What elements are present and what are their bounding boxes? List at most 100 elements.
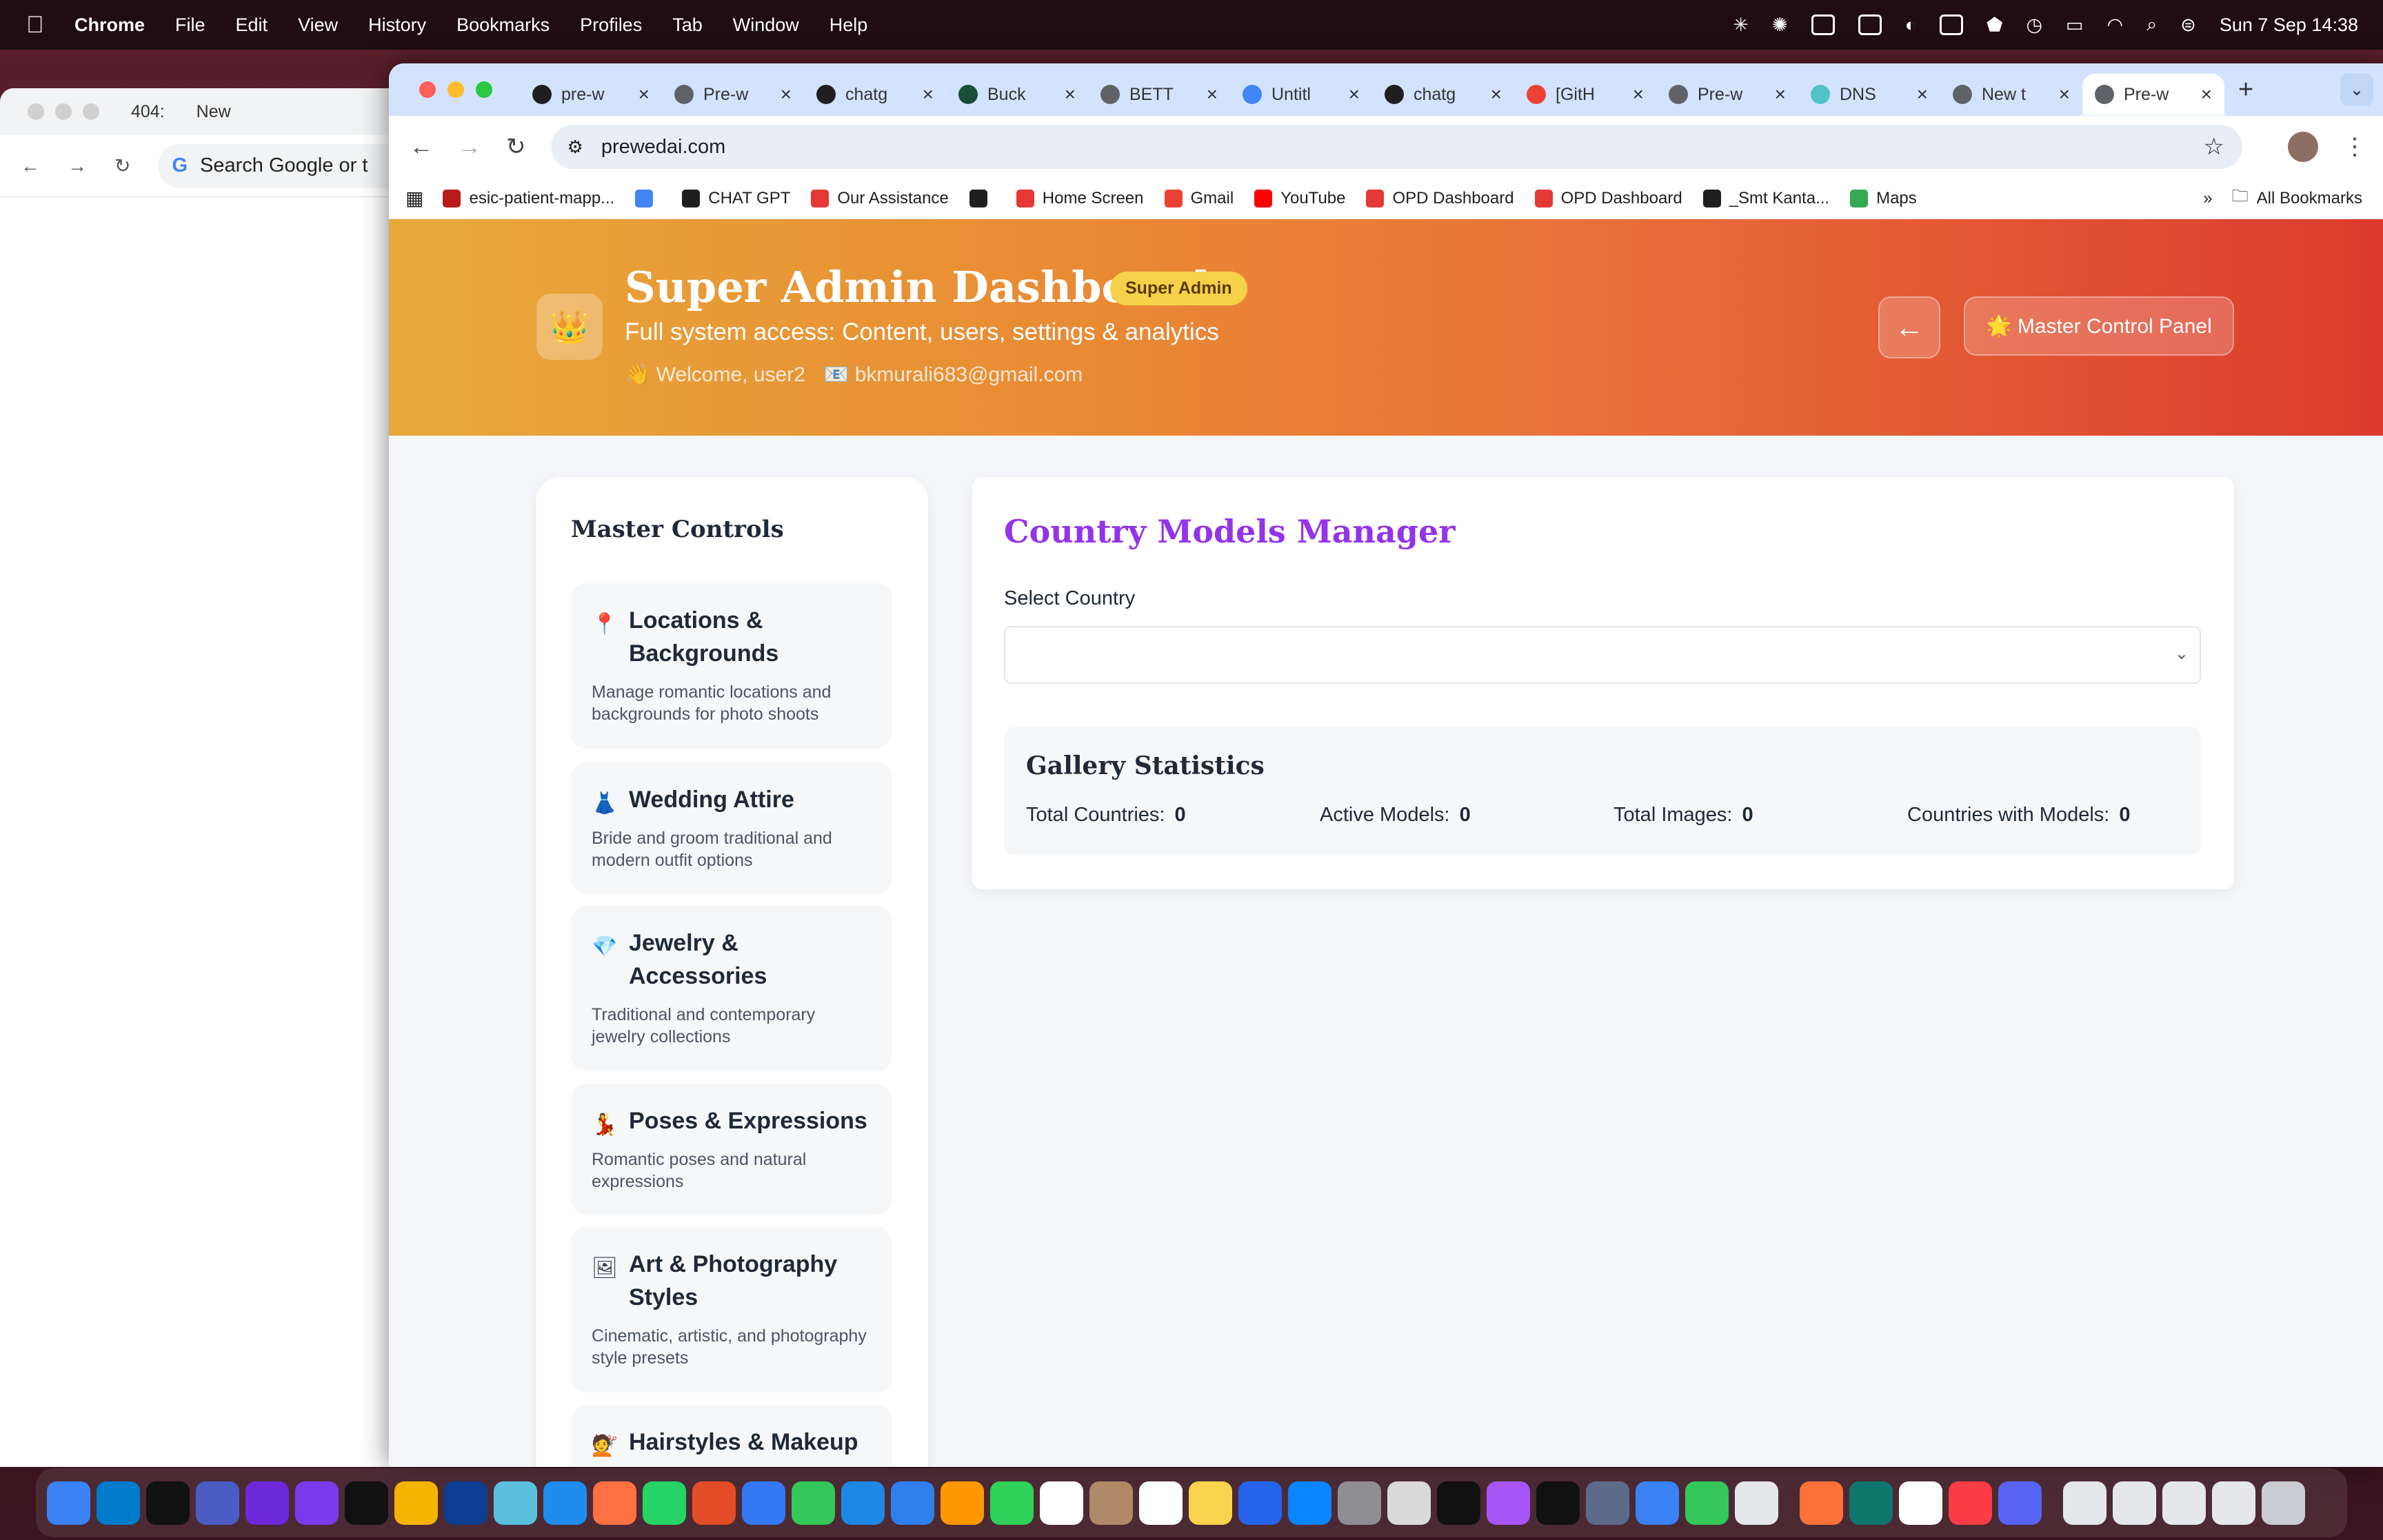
menu-tab[interactable]: Tab — [672, 14, 703, 36]
bg-zoom-dot[interactable] — [83, 103, 99, 120]
bookmark-item[interactable]: CHAT GPT — [682, 189, 790, 208]
dock-app-icon[interactable] — [146, 1481, 190, 1525]
bookmark-item[interactable]: OPD Dashboard — [1534, 189, 1682, 208]
menu-chrome[interactable]: Chrome — [74, 14, 145, 36]
dock-app-icon[interactable] — [245, 1481, 289, 1525]
bookmark-item[interactable]: YouTube — [1254, 189, 1345, 208]
browser-tab[interactable]: Pre-w × — [662, 74, 804, 115]
browser-tab[interactable]: [GitH × — [1514, 74, 1656, 115]
bg-forward-icon[interactable]: → — [68, 155, 87, 177]
dock-app-icon[interactable] — [2262, 1481, 2305, 1525]
dock-app-icon[interactable] — [1238, 1481, 1282, 1525]
dock-app-icon[interactable] — [1998, 1481, 2042, 1525]
dock-app-icon[interactable] — [891, 1481, 934, 1525]
master-control-panel-button[interactable]: 🌟 Master Control Panel — [1964, 296, 2234, 356]
sidebar-item-locations[interactable]: 📍 Locations & Backgrounds Manage romantic… — [571, 583, 892, 749]
browser-tab[interactable]: New t × — [1940, 74, 2082, 115]
search-icon[interactable]: ⌕ — [2146, 14, 2157, 36]
bookmark-item[interactable]: _Smt Kanta... — [1702, 189, 1829, 208]
dock-app-icon[interactable] — [941, 1481, 984, 1525]
tab-close-icon[interactable]: × — [2059, 83, 2070, 105]
bg-tab-new[interactable]: New — [197, 102, 231, 122]
forward-icon[interactable]: → — [458, 134, 481, 161]
dock-app-icon[interactable] — [444, 1481, 487, 1525]
menu-profiles[interactable]: Profiles — [580, 14, 642, 36]
tab-close-icon[interactable]: × — [1491, 83, 1502, 105]
menu-bookmarks[interactable]: Bookmarks — [456, 14, 550, 36]
dock-app-icon[interactable] — [1189, 1481, 1232, 1525]
browser-tab[interactable]: chatg × — [804, 74, 946, 115]
sync-icon[interactable]: ◐ — [1905, 14, 1916, 36]
browser-tab[interactable]: pre-w × — [520, 74, 662, 115]
profile-avatar[interactable] — [2288, 132, 2318, 162]
notion-status-icon[interactable] — [1939, 14, 1963, 35]
dock-app-icon[interactable] — [1735, 1481, 1778, 1525]
dock-app-icon[interactable] — [543, 1481, 587, 1525]
bookmark-item[interactable]: Gmail — [1164, 189, 1234, 208]
tab-close-icon[interactable]: × — [1065, 83, 1076, 105]
tab-close-icon[interactable]: × — [923, 83, 934, 105]
dock-app-icon[interactable] — [47, 1481, 90, 1525]
dock-app-icon[interactable] — [990, 1481, 1034, 1525]
browser-tab[interactable]: Untitl × — [1230, 74, 1372, 115]
dock-app-icon[interactable] — [1387, 1481, 1431, 1525]
dock-app-icon[interactable] — [97, 1481, 140, 1525]
back-button[interactable]: ← — [1878, 296, 1940, 358]
bg-close-dot[interactable] — [28, 103, 44, 120]
dock-app-icon[interactable] — [792, 1481, 835, 1525]
browser-tab[interactable]: Pre-w × — [2082, 74, 2224, 115]
bookmark-item[interactable]: Home Screen — [1016, 189, 1144, 208]
url-text[interactable]: prewedai.com — [601, 136, 726, 159]
tab-close-icon[interactable]: × — [1917, 83, 1928, 105]
dock-app-icon[interactable] — [345, 1481, 388, 1525]
dock-app-icon[interactable] — [1899, 1481, 1942, 1525]
menubar-datetime[interactable]: Sun 7 Sep 14:38 — [2220, 14, 2358, 36]
bookmark-star-icon[interactable]: ☆ — [2204, 133, 2224, 161]
menu-history[interactable]: History — [368, 14, 426, 36]
close-window-button[interactable] — [419, 81, 436, 98]
dock-app-icon[interactable] — [2063, 1481, 2107, 1525]
menu-help[interactable]: Help — [829, 14, 868, 36]
tab-close-icon[interactable]: × — [639, 83, 650, 105]
more-bookmarks-icon[interactable]: » — [2203, 189, 2212, 208]
menu-window[interactable]: Window — [733, 14, 799, 36]
sidebar-item-wedding-attire[interactable]: 👗 Wedding Attire Bride and groom traditio… — [571, 762, 892, 893]
dock-app-icon[interactable] — [1800, 1481, 1843, 1525]
dock-app-icon[interactable] — [1288, 1481, 1331, 1525]
bookmark-item[interactable] — [635, 189, 661, 208]
bg-minimize-dot[interactable] — [55, 103, 72, 120]
minimize-window-button[interactable] — [448, 81, 464, 98]
dock-app-icon[interactable] — [295, 1481, 339, 1525]
tab-close-icon[interactable]: × — [1349, 83, 1360, 105]
back-icon[interactable]: ← — [410, 134, 433, 161]
vpn-icon[interactable]: ⬟ — [1987, 14, 2002, 36]
zoom-window-button[interactable] — [476, 81, 492, 98]
dock-app-icon[interactable] — [2162, 1481, 2206, 1525]
dock-app-icon[interactable] — [692, 1481, 736, 1525]
dock-app-icon[interactable] — [1949, 1481, 1992, 1525]
site-info-icon[interactable]: ⚙ — [567, 136, 583, 158]
dock-app-icon[interactable] — [1685, 1481, 1729, 1525]
dock-app-icon[interactable] — [1338, 1481, 1381, 1525]
bookmark-item[interactable]: esic-patient-mapp... — [443, 189, 614, 208]
browser-tab[interactable]: Buck × — [946, 74, 1088, 115]
bg-omnibox[interactable]: G Search Google or t — [158, 143, 414, 188]
dock-app-icon[interactable] — [1139, 1481, 1183, 1525]
tab-close-icon[interactable]: × — [1775, 83, 1786, 105]
dock-app-icon[interactable] — [1040, 1481, 1083, 1525]
apps-grid-icon[interactable]: ▦ — [405, 187, 423, 210]
battery-icon[interactable]: ▭ — [2066, 14, 2084, 36]
browser-tab[interactable]: DNS × — [1798, 74, 1940, 115]
dock-app-icon[interactable] — [1636, 1481, 1679, 1525]
browser-tab[interactable]: BETT × — [1088, 74, 1230, 115]
browser-tab[interactable]: Pre-w × — [1656, 74, 1798, 115]
dock-app-icon[interactable] — [1089, 1481, 1133, 1525]
dock-app-icon[interactable] — [1536, 1481, 1580, 1525]
bookmark-item[interactable]: OPD Dashboard — [1366, 189, 1514, 208]
reload-icon[interactable]: ↻ — [506, 133, 526, 161]
control-center-icon[interactable]: ⊜ — [2180, 14, 2196, 36]
tab-close-icon[interactable]: × — [781, 83, 792, 105]
dock-app-icon[interactable] — [643, 1481, 686, 1525]
dock-app-icon[interactable] — [196, 1481, 239, 1525]
dock-app-icon[interactable] — [1487, 1481, 1530, 1525]
